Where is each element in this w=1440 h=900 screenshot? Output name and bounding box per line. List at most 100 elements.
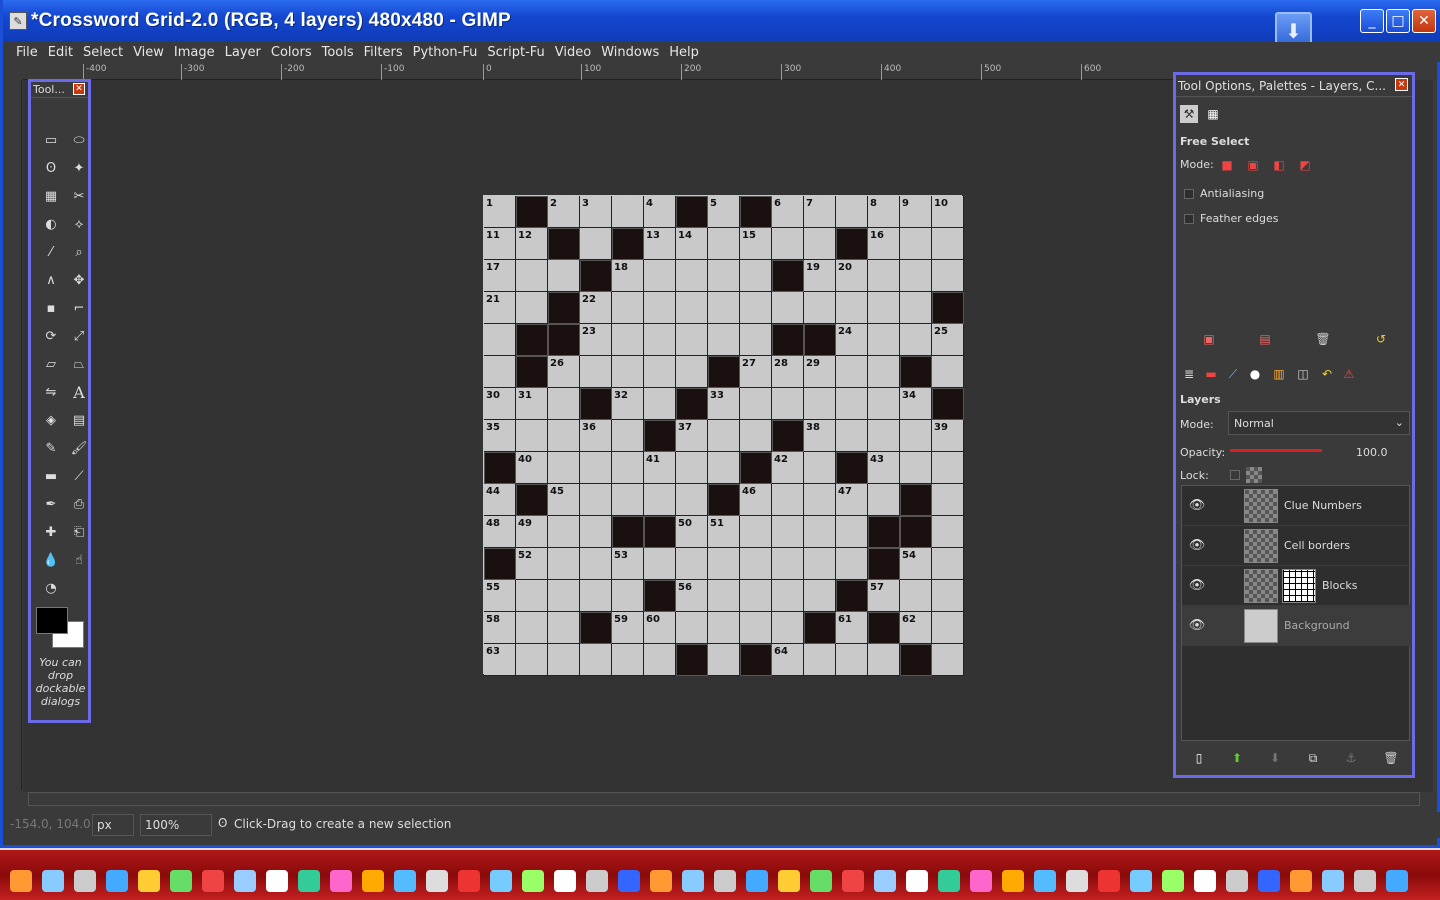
black-cell[interactable] — [836, 228, 868, 260]
grid-cell[interactable]: 1 — [484, 196, 516, 228]
move-icon[interactable]: ✥ — [65, 266, 93, 294]
black-cell[interactable] — [516, 484, 548, 516]
restore-options-icon[interactable]: ▤ — [1256, 330, 1274, 348]
horizontal-ruler[interactable]: -400 -300 -200 -100 0 100 200 300 400 50… — [23, 64, 1173, 80]
mode-add-icon[interactable]: ▣ — [1244, 156, 1262, 174]
black-cell[interactable] — [900, 644, 932, 676]
grid-cell[interactable]: 27 — [740, 356, 772, 388]
grid-cell[interactable]: 39 — [932, 420, 964, 452]
grid-cell[interactable] — [612, 452, 644, 484]
grid-cell[interactable] — [932, 612, 964, 644]
raise-layer-icon[interactable]: ⬆ — [1228, 749, 1246, 767]
grid-cell[interactable] — [644, 356, 676, 388]
grid-cell[interactable] — [900, 420, 932, 452]
grid-cell[interactable]: 49 — [516, 516, 548, 548]
grid-cell[interactable] — [516, 580, 548, 612]
mode-subtract-icon[interactable]: ◧ — [1270, 156, 1288, 174]
grid-cell[interactable] — [676, 452, 708, 484]
grid-cell[interactable] — [708, 644, 740, 676]
eye-icon[interactable]: 👁 — [1182, 498, 1212, 513]
grid-cell[interactable] — [676, 484, 708, 516]
undo-history-tab-icon[interactable]: ↶ — [1318, 365, 1336, 383]
grid-cell[interactable]: 20 — [836, 260, 868, 292]
grid-cell[interactable]: 8 — [868, 196, 900, 228]
grid-cell[interactable]: 13 — [644, 228, 676, 260]
taskbar-app-icon[interactable] — [1098, 870, 1120, 892]
rect-select-icon[interactable]: ▭ — [37, 126, 65, 154]
black-cell[interactable] — [740, 196, 772, 228]
grid-cell[interactable] — [548, 548, 580, 580]
grid-cell[interactable] — [772, 292, 804, 324]
taskbar-app-icon[interactable] — [362, 870, 384, 892]
grid-cell[interactable] — [772, 484, 804, 516]
grid-cell[interactable]: 6 — [772, 196, 804, 228]
grid-cell[interactable] — [900, 260, 932, 292]
grid-cell[interactable]: 53 — [612, 548, 644, 580]
grid-cell[interactable] — [484, 356, 516, 388]
grid-cell[interactable] — [676, 612, 708, 644]
taskbar-app-icon[interactable] — [458, 870, 480, 892]
opacity-value[interactable]: 100.0 — [1356, 446, 1388, 459]
grid-cell[interactable] — [804, 484, 836, 516]
grid-cell[interactable] — [772, 516, 804, 548]
grid-cell[interactable] — [708, 228, 740, 260]
grid-cell[interactable]: 61 — [836, 612, 868, 644]
grid-cell[interactable] — [644, 388, 676, 420]
grid-cell[interactable] — [548, 644, 580, 676]
grid-cell[interactable]: 46 — [740, 484, 772, 516]
black-cell[interactable] — [612, 516, 644, 548]
grid-cell[interactable] — [772, 388, 804, 420]
free-select-icon[interactable]: ʘ — [37, 154, 65, 182]
grid-cell[interactable]: 63 — [484, 644, 516, 676]
antialiasing-option[interactable]: Antialiasing — [1184, 187, 1264, 200]
grid-cell[interactable] — [836, 388, 868, 420]
taskbar-app-icon[interactable] — [1194, 870, 1216, 892]
grid-cell[interactable]: 9 — [900, 196, 932, 228]
taskbar-app-icon[interactable] — [1002, 870, 1024, 892]
grid-cell[interactable] — [932, 516, 964, 548]
black-cell[interactable] — [644, 420, 676, 452]
grid-cell[interactable] — [900, 580, 932, 612]
black-cell[interactable] — [548, 324, 580, 356]
airbrush-icon[interactable]: ⟋ — [65, 462, 93, 490]
paths-icon[interactable]: ⟡ — [65, 210, 93, 238]
grid-cell[interactable] — [836, 516, 868, 548]
close-button[interactable]: ✕ — [1412, 9, 1436, 33]
layer-row-selected[interactable]: 👁 Background — [1182, 606, 1411, 646]
zoom-icon[interactable]: ⌕ — [65, 238, 93, 266]
lock-alpha-icon[interactable] — [1246, 467, 1262, 483]
grid-cell[interactable] — [804, 548, 836, 580]
grid-cell[interactable] — [740, 292, 772, 324]
black-cell[interactable] — [516, 324, 548, 356]
grid-cell[interactable] — [868, 324, 900, 356]
gradients-tab-icon[interactable]: ◫ — [1294, 365, 1312, 383]
grid-cell[interactable]: 57 — [868, 580, 900, 612]
grid-cell[interactable] — [612, 356, 644, 388]
grid-cell[interactable]: 45 — [548, 484, 580, 516]
taskbar-app-icon[interactable] — [1066, 870, 1088, 892]
grid-cell[interactable] — [772, 548, 804, 580]
grid-cell[interactable] — [932, 260, 964, 292]
grid-cell[interactable] — [580, 516, 612, 548]
grid-cell[interactable]: 50 — [676, 516, 708, 548]
grid-cell[interactable] — [804, 516, 836, 548]
grid-cell[interactable]: 2 — [548, 196, 580, 228]
grid-cell[interactable] — [836, 292, 868, 324]
black-cell[interactable] — [804, 612, 836, 644]
grid-cell[interactable] — [612, 484, 644, 516]
rotate-icon[interactable]: ⟳ — [37, 322, 65, 350]
smudge-icon[interactable]: ☝ — [65, 546, 93, 574]
grid-cell[interactable] — [484, 324, 516, 356]
grid-cell[interactable] — [548, 580, 580, 612]
grid-cell[interactable] — [772, 228, 804, 260]
duplicate-layer-icon[interactable]: ⧉ — [1304, 749, 1322, 767]
grid-cell[interactable] — [740, 580, 772, 612]
grid-cell[interactable]: 33 — [708, 388, 740, 420]
perspective-icon[interactable]: ⏢ — [65, 350, 93, 378]
grid-cell[interactable] — [580, 228, 612, 260]
black-cell[interactable] — [772, 324, 804, 356]
taskbar-app-icon[interactable] — [106, 870, 128, 892]
grid-cell[interactable] — [708, 580, 740, 612]
taskbar-app-icon[interactable] — [234, 870, 256, 892]
layers-tab-icon[interactable]: ≣ — [1180, 365, 1198, 383]
